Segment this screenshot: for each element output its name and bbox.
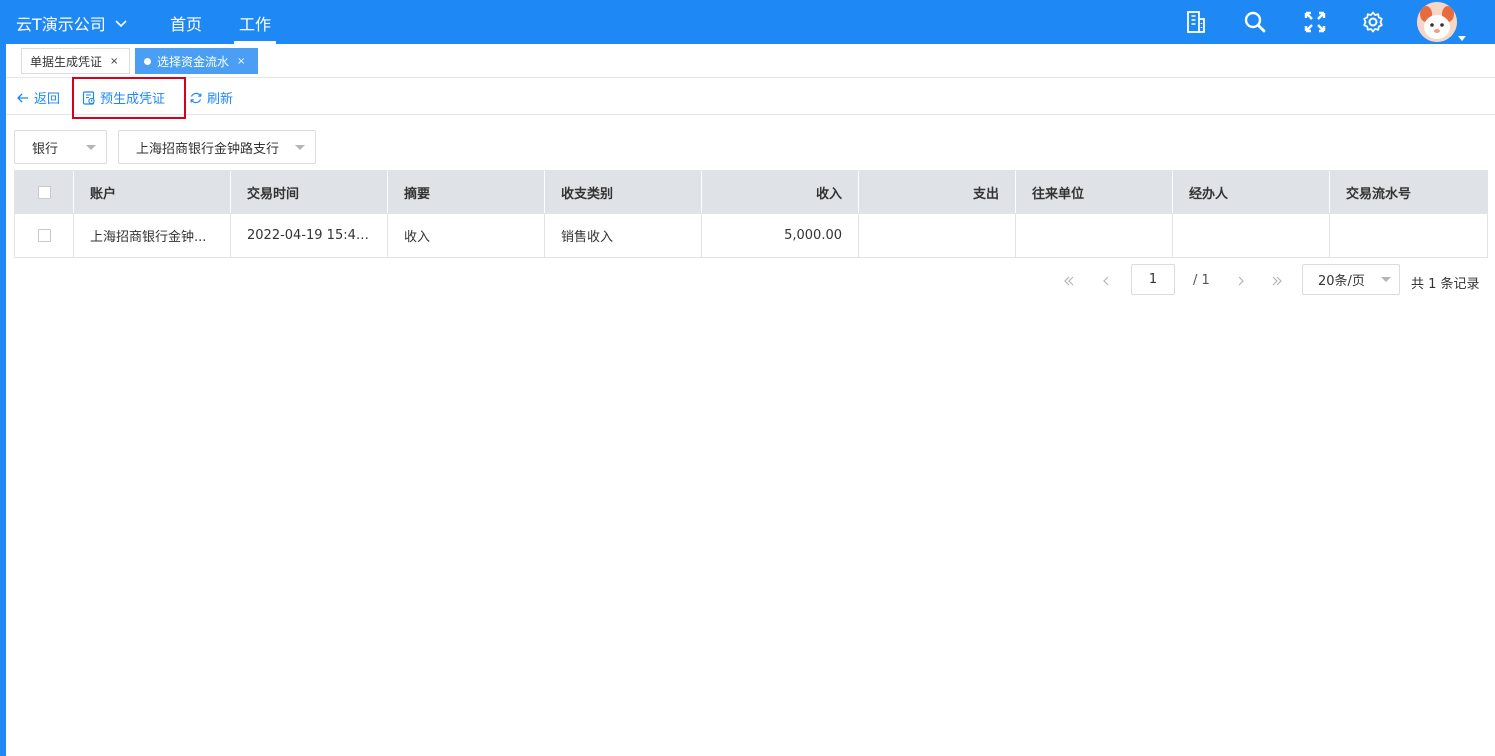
column-header-category[interactable]: 收支类别 (545, 171, 702, 213)
table-row[interactable]: 上海招商银行金钟... 2022-04-19 15:46:... 收入 销售收入… (15, 214, 1487, 257)
cell-handler (1173, 214, 1330, 257)
tab-voucher-from-documents[interactable]: 单据生成凭证 × (21, 48, 130, 74)
header-checkbox-cell (15, 171, 74, 213)
fund-flow-table: 账户 交易时间 摘要 收支类别 收入 支出 往来单位 经办人 交易流水号 上海招… (14, 170, 1488, 258)
gear-icon[interactable] (1359, 8, 1387, 36)
page-size-value: 20条/页 (1318, 274, 1365, 289)
dropdown-caret-icon (1381, 277, 1391, 282)
first-page-icon[interactable] (1059, 271, 1079, 291)
cell-partner (1016, 214, 1173, 257)
toolbar: 返回 预生成凭证 刷新 (6, 78, 1495, 115)
table-header-row: 账户 交易时间 摘要 收支类别 收入 支出 往来单位 经办人 交易流水号 (15, 171, 1487, 214)
tab-label: 单据生成凭证 (30, 54, 103, 69)
cell-time-text: 2022-04-19 15:46:... (247, 228, 371, 243)
column-header-partner[interactable]: 往来单位 (1016, 171, 1173, 213)
total-pages-text: / 1 (1193, 273, 1210, 288)
left-edge-strip (0, 44, 6, 756)
cell-account: 上海招商银行金钟... (74, 214, 231, 257)
close-icon[interactable]: × (237, 56, 245, 67)
search-icon[interactable] (1241, 8, 1269, 36)
cell-income: 5,000.00 (702, 214, 859, 257)
chevron-down-icon (115, 20, 127, 28)
column-header-time[interactable]: 交易时间 (231, 171, 388, 213)
cell-category: 销售收入 (545, 214, 702, 257)
next-page-icon[interactable] (1231, 271, 1251, 291)
refresh-icon (190, 92, 202, 103)
tab-label: 选择资金流水 (157, 54, 230, 69)
column-header-expense[interactable]: 支出 (859, 171, 1016, 213)
column-header-summary[interactable]: 摘要 (388, 171, 545, 213)
column-header-income[interactable]: 收入 (702, 171, 859, 213)
column-header-serial[interactable]: 交易流水号 (1330, 171, 1487, 213)
back-label: 返回 (34, 92, 61, 107)
cell-account-text: 上海招商银行金钟... (90, 230, 207, 245)
column-header-account[interactable]: 账户 (74, 171, 231, 213)
nav-work[interactable]: 工作 (239, 11, 271, 35)
dropdown-caret-icon (295, 145, 305, 150)
highlight-annotation-box (72, 77, 186, 119)
tab-select-fund-flow[interactable]: 选择资金流水 × (135, 48, 258, 74)
row-checkbox-cell (15, 214, 74, 257)
company-name: 云T演示公司 (16, 15, 106, 34)
account-type-select[interactable]: 银行 (14, 130, 107, 164)
tab-bar: 单据生成凭证 × 选择资金流水 × (6, 44, 1495, 78)
nav-home[interactable]: 首页 (170, 11, 202, 35)
previous-page-icon[interactable] (1096, 271, 1116, 291)
building-icon[interactable] (1182, 8, 1210, 36)
last-page-icon[interactable] (1267, 271, 1287, 291)
cell-time: 2022-04-19 15:46:... (231, 214, 388, 257)
refresh-label: 刷新 (207, 92, 234, 107)
close-icon[interactable]: × (110, 56, 118, 67)
refresh-button[interactable]: 刷新 (189, 88, 233, 107)
record-count-text: 共 1 条记录 (1411, 277, 1480, 292)
cell-serial (1330, 214, 1487, 257)
top-navigation-bar: 云T演示公司 首页 工作 (0, 0, 1495, 44)
account-type-value: 银行 (32, 141, 59, 157)
back-button[interactable]: 返回 (16, 88, 60, 107)
bank-account-select[interactable]: 上海招商银行金钟路支行 (118, 130, 316, 164)
page-size-select[interactable]: 20条/页 (1302, 264, 1400, 295)
cell-summary: 收入 (388, 214, 545, 257)
company-switcher[interactable]: 云T演示公司 (16, 11, 128, 35)
page-number-input[interactable] (1131, 264, 1175, 295)
column-header-handler[interactable]: 经办人 (1173, 171, 1330, 213)
cell-expense (859, 214, 1016, 257)
row-checkbox[interactable] (37, 229, 51, 242)
bank-account-value: 上海招商银行金钟路支行 (136, 141, 280, 157)
dropdown-caret-icon (86, 145, 96, 150)
select-all-checkbox[interactable] (37, 185, 51, 199)
fullscreen-icon[interactable] (1301, 8, 1329, 36)
arrow-left-icon (17, 93, 28, 102)
avatar-caret-icon[interactable] (1458, 36, 1466, 41)
active-dot-icon (144, 57, 151, 65)
avatar[interactable] (1417, 2, 1457, 42)
